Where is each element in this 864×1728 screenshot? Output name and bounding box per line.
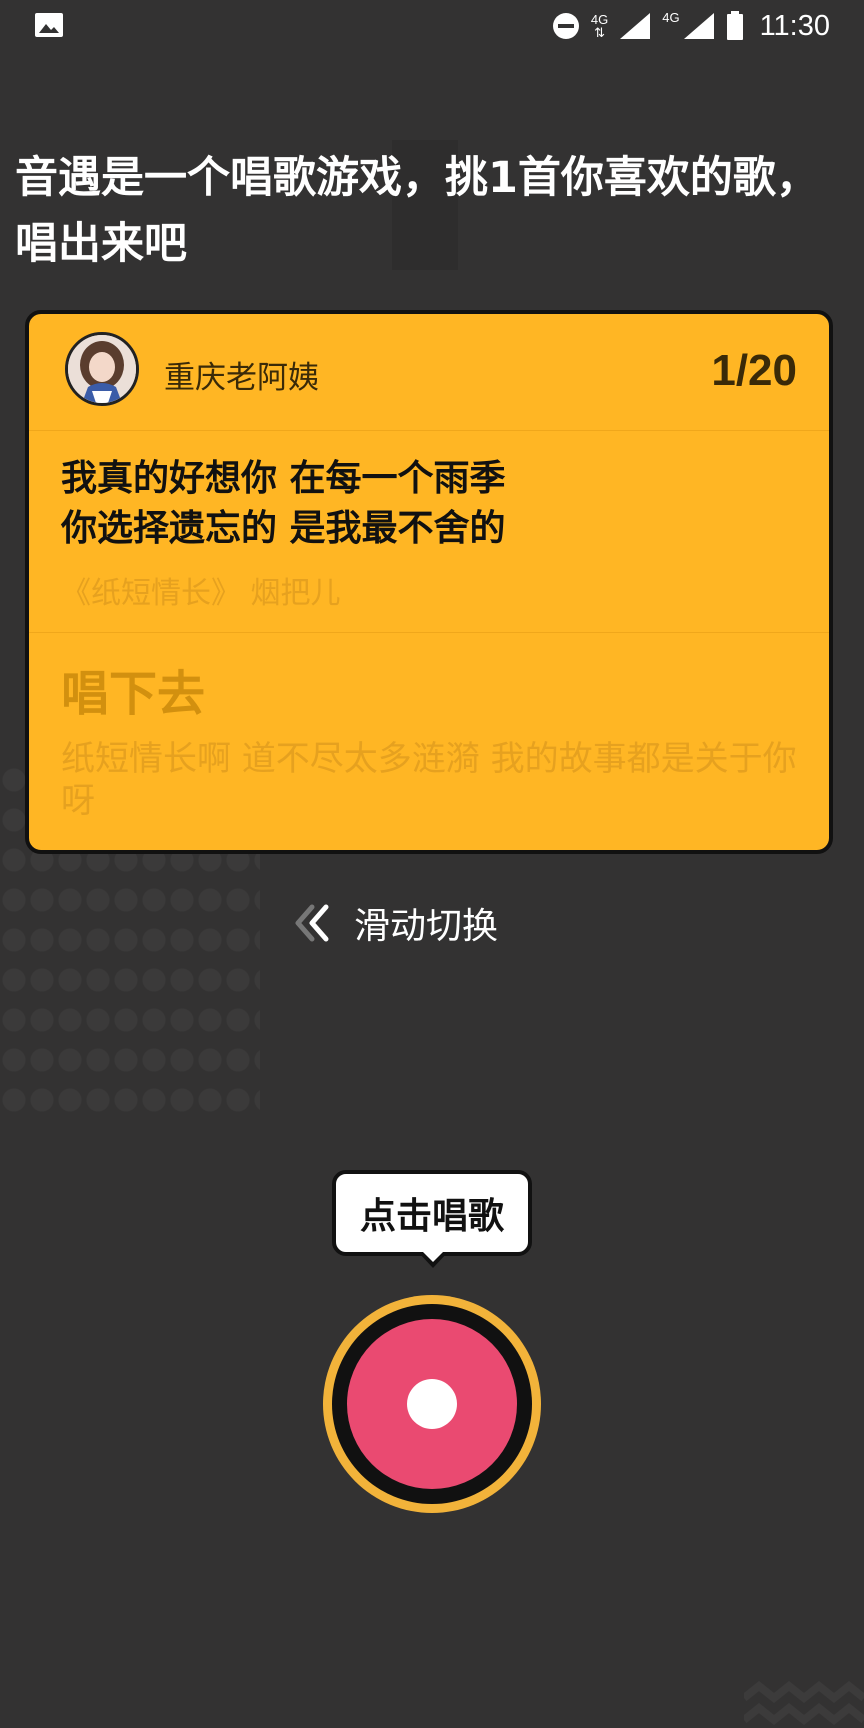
status-bar: 4G ⇅ 4G 11:30 (0, 0, 864, 54)
card-divider (29, 632, 829, 633)
page-counter: 1/20 (711, 346, 797, 395)
lyric-line: 我真的好想你 在每一个雨季 (61, 458, 506, 499)
battery-icon (726, 11, 743, 40)
tooltip-tail-inner (422, 1251, 444, 1262)
swipe-hint-text: 滑动切换 (354, 906, 499, 947)
data-arrows-icon: ⇅ (594, 25, 606, 40)
avatar[interactable] (65, 332, 139, 406)
network-type-label: 4G (662, 10, 680, 25)
song-card[interactable]: 重庆老阿姨 1/20 我真的好想你 在每一个雨季 你选择遗忘的 是我最不舍的 《… (25, 310, 833, 854)
next-lyrics-label: 唱下去 (61, 666, 206, 722)
status-time: 11:30 (759, 9, 830, 42)
song-source: 《纸短情长》 烟把儿 (61, 576, 341, 611)
page-headline: 音遇是一个唱歌游戏，挑1首你喜欢的歌，唱出来吧 (15, 153, 819, 269)
double-chevron-left-icon (295, 904, 329, 942)
record-dot-icon (407, 1379, 457, 1429)
lyric-line: 你选择遗忘的 是我最不舍的 (61, 508, 506, 549)
background-zigzag-decoration (744, 1680, 864, 1726)
network-type-indicator-1: 4G ⇅ (591, 13, 608, 39)
avatar-image (68, 335, 136, 403)
signal-strength-icon (683, 13, 714, 39)
network-type-indicator-2: 4G (662, 11, 679, 41)
tooltip-text: 点击唱歌 (359, 1196, 504, 1237)
swipe-hint: 滑动切换 (290, 898, 498, 948)
signal-strength-icon (620, 13, 651, 39)
username: 重庆老阿姨 (164, 360, 319, 396)
card-header: 重庆老阿姨 1/20 (29, 314, 829, 431)
next-lyrics: 纸短情长啊 道不尽太多涟漪 我的故事都是关于你呀 (61, 739, 797, 821)
do-not-disturb-icon (552, 13, 579, 39)
tap-to-sing-tooltip: 点击唱歌 (332, 1170, 532, 1256)
record-button[interactable] (323, 1295, 541, 1513)
gallery-notification-icon (35, 13, 63, 37)
current-lyrics: 我真的好想你 在每一个雨季 你选择遗忘的 是我最不舍的 (61, 454, 801, 554)
